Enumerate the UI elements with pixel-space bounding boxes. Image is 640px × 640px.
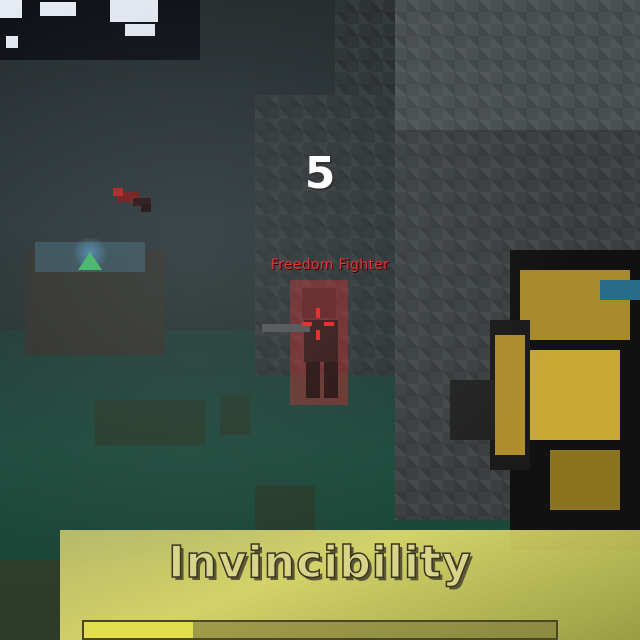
stone-wall-overhang [395, 0, 640, 130]
arrow-marker-icon [78, 252, 102, 270]
powerup-progress-bar [82, 620, 558, 640]
enemy-name-label: Freedom Fighter [270, 257, 390, 273]
countdown-counter: 5 [304, 148, 336, 199]
grass-tuft [95, 400, 205, 445]
powerup-progress-fill [84, 622, 193, 638]
overhead-block [0, 0, 200, 60]
game-viewport[interactable]: 5 Freedom Fighter Invincibility [0, 0, 640, 640]
weapon-viewmodel [450, 250, 640, 550]
grass-tuft [255, 485, 315, 535]
crosshair-icon [302, 308, 334, 340]
powerup-status-label: Invincibility [168, 536, 472, 589]
enemy-player[interactable] [262, 280, 372, 405]
flying-enemy[interactable] [113, 186, 155, 216]
grass-tuft [220, 395, 250, 435]
